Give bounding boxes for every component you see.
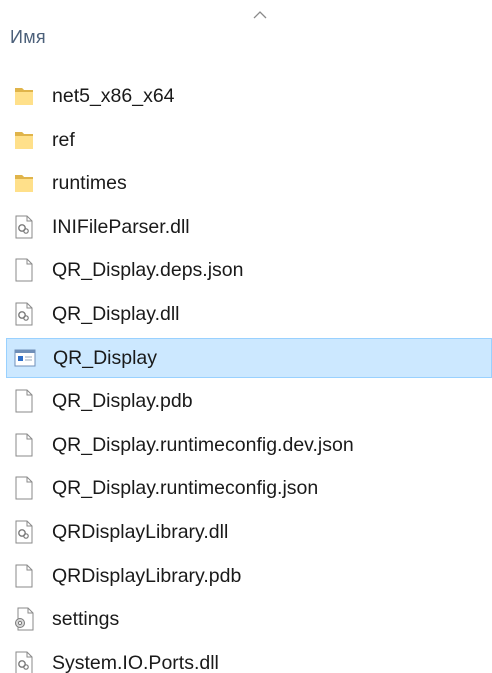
dll-file-icon [13,651,35,673]
file-row-qrdisplaylibrary-dll[interactable]: QRDisplayLibrary.dll [0,512,492,552]
folder-icon [13,171,35,195]
file-name: System.IO.Ports.dll [52,651,219,673]
dll-file-icon [13,520,35,544]
folder-icon [13,128,35,152]
blank-file-icon [13,476,35,500]
file-name: QR_Display.dll [52,302,180,325]
blank-file-icon [13,564,35,588]
name-column-header[interactable]: Имя [10,27,46,48]
file-name: QR_Display.pdb [52,390,193,413]
file-row-qr-display-deps-json[interactable]: QR_Display.deps.json [0,250,492,290]
file-row-qr-display-runtimeconfig-json[interactable]: QR_Display.runtimeconfig.json [0,468,492,508]
file-name: QR_Display [53,346,158,369]
sort-ascending-chevron-icon[interactable] [253,10,267,20]
file-name: INIFileParser.dll [52,215,190,238]
dll-file-icon [13,215,35,239]
blank-file-icon [13,258,35,282]
file-name: runtimes [52,172,127,195]
file-name: QR_Display.runtimeconfig.json [52,477,319,500]
file-name: QR_Display.runtimeconfig.dev.json [52,433,354,456]
file-row-ref[interactable]: ref [0,120,492,160]
file-row-system-io-ports-dll[interactable]: System.IO.Ports.dll [0,643,492,673]
file-name: QRDisplayLibrary.pdb [52,564,242,587]
dll-file-icon [13,302,35,326]
file-row-qrdisplaylibrary-pdb[interactable]: QRDisplayLibrary.pdb [0,556,492,596]
file-row-qr-display-runtimeconfig-dev-json[interactable]: QR_Display.runtimeconfig.dev.json [0,425,492,465]
file-name: settings [52,608,120,631]
settings-file-icon [13,607,35,631]
blank-file-icon [13,389,35,413]
file-list: net5_x86_x64 ref runtimes INIFileParser.… [0,76,492,673]
file-name: ref [52,128,75,151]
file-row-net5-x86-x64[interactable]: net5_x86_x64 [0,76,492,116]
file-row-qr-display-exe[interactable]: QR_Display [6,337,492,378]
file-name: QRDisplayLibrary.dll [52,520,229,543]
file-name: QR_Display.deps.json [52,259,244,282]
blank-file-icon [13,433,35,457]
file-row-qr-display-dll[interactable]: QR_Display.dll [0,294,492,334]
file-explorer-pane: Имя net5_x86_x64 ref runtimes INIFilePar… [0,0,492,673]
file-row-settings[interactable]: settings [0,599,492,639]
folder-icon [13,84,35,108]
application-icon [14,346,36,370]
file-name: net5_x86_x64 [52,85,175,107]
file-row-inifileparser-dll[interactable]: INIFileParser.dll [0,207,492,247]
file-row-runtimes[interactable]: runtimes [0,163,492,203]
file-row-qr-display-pdb[interactable]: QR_Display.pdb [0,381,492,421]
